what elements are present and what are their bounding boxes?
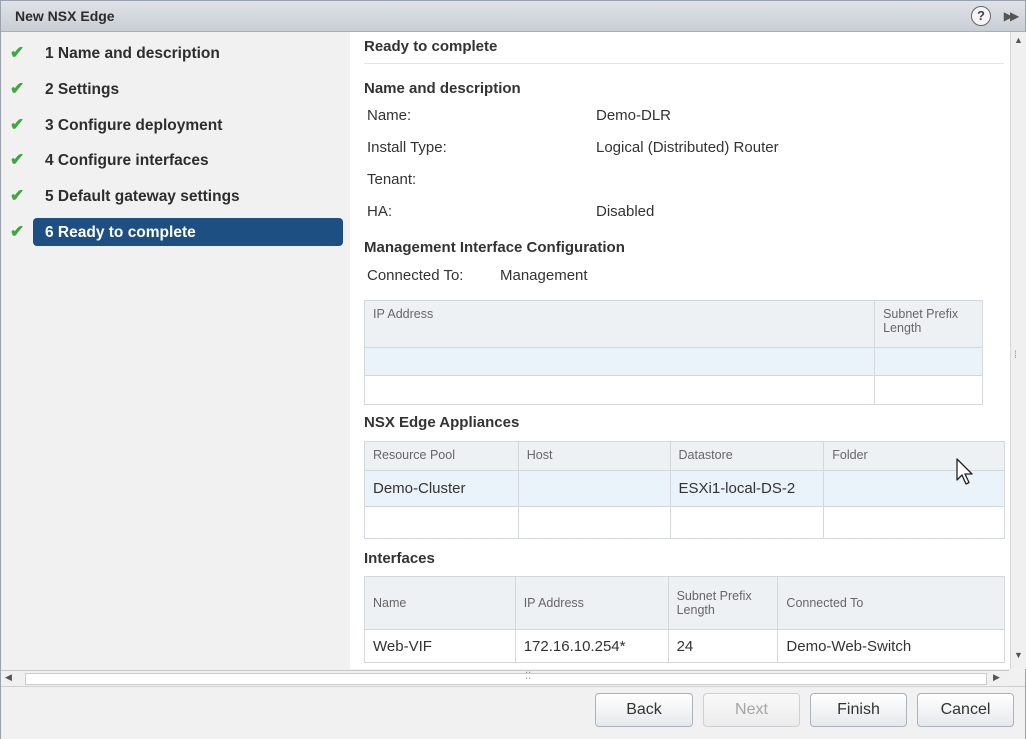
table-cell xyxy=(517,506,671,539)
resize-grip-icon[interactable]: ⁚⁚ xyxy=(525,671,531,682)
step-label: 1 Name and description xyxy=(45,45,220,62)
table-cell: 24 xyxy=(667,629,779,663)
heading-divider xyxy=(364,63,1004,64)
step-label: 3 Configure deployment xyxy=(45,117,223,134)
ha-value: Disabled xyxy=(596,203,655,220)
column-header-datastore[interactable]: Datastore xyxy=(669,441,825,471)
install-type-label: Install Type: xyxy=(367,139,447,156)
scroll-down-icon[interactable]: ▼ xyxy=(1014,650,1023,660)
table-cell xyxy=(874,375,983,405)
appliances-section-title: NSX Edge Appliances xyxy=(364,414,520,431)
mouse-pointer-icon xyxy=(956,458,973,485)
table-row[interactable] xyxy=(364,506,1005,539)
connected-to-value: Management xyxy=(500,267,588,284)
column-header-ip-address[interactable]: IP Address xyxy=(363,300,876,348)
name-section-title: Name and description xyxy=(364,80,521,97)
scroll-track[interactable] xyxy=(25,673,987,685)
check-icon: ✔ xyxy=(10,186,25,205)
check-icon: ✔ xyxy=(10,150,25,169)
table-row[interactable] xyxy=(363,347,983,376)
step-configure-deployment[interactable]: ✔ 3 Configure deployment xyxy=(1,111,349,139)
page-heading: Ready to complete xyxy=(364,38,498,55)
check-icon: ✔ xyxy=(10,43,25,62)
table-cell xyxy=(669,506,825,539)
column-header-host[interactable]: Host xyxy=(517,441,671,471)
column-header-ip-address[interactable]: IP Address xyxy=(514,576,669,630)
resize-grip-icon[interactable]: ⁞ xyxy=(1014,350,1017,361)
column-header-subnet-prefix-length[interactable]: Subnet Prefix Length xyxy=(667,576,779,630)
step-default-gateway-settings[interactable]: ✔ 5 Default gateway settings xyxy=(1,182,349,210)
table-row[interactable]: Demo-Cluster ESXi1-local-DS-2 xyxy=(364,470,1005,507)
table-row[interactable] xyxy=(363,375,983,405)
table-cell: Web-VIF xyxy=(364,629,516,663)
name-label: Name: xyxy=(367,107,412,124)
table-row[interactable]: Web-VIF 172.16.10.254* 24 Demo-Web-Switc… xyxy=(364,629,1005,663)
step-label: 2 Settings xyxy=(45,81,120,98)
column-header-connected-to[interactable]: Connected To xyxy=(777,576,1005,630)
finish-button[interactable]: Finish xyxy=(810,693,907,727)
table-cell xyxy=(363,375,876,405)
table-cell xyxy=(823,470,1005,507)
next-button[interactable]: Next xyxy=(703,693,800,727)
column-header-folder[interactable]: Folder xyxy=(823,441,1005,471)
table-cell: Demo-Cluster xyxy=(364,470,519,507)
new-nsx-edge-dialog: New NSX Edge ? ▶▶ ✔ 1 Name and descripti… xyxy=(0,0,1026,739)
step-name-and-description[interactable]: ✔ 1 Name and description xyxy=(1,39,349,67)
step-ready-to-complete[interactable]: ✔ 6 Ready to complete xyxy=(1,218,349,246)
vertical-scrollbar[interactable]: ▲ ⁞ ▼ xyxy=(1010,32,1026,669)
install-type-value: Logical (Distributed) Router xyxy=(596,139,779,156)
dialog-title: New NSX Edge xyxy=(15,8,115,24)
ha-label: HA: xyxy=(367,203,393,220)
step-label: 4 Configure interfaces xyxy=(45,152,209,169)
interfaces-table: Name IP Address Subnet Prefix Length Con… xyxy=(364,576,1005,663)
table-header-row: Resource Pool Host Datastore Folder xyxy=(364,441,1005,471)
table-header-row: Name IP Address Subnet Prefix Length Con… xyxy=(364,576,1005,630)
table-cell xyxy=(823,506,1005,539)
title-bar: New NSX Edge ? ▶▶ xyxy=(1,1,1025,32)
check-icon: ✔ xyxy=(10,222,25,241)
interfaces-section-title: Interfaces xyxy=(364,550,435,567)
step-label: 5 Default gateway settings xyxy=(45,188,240,205)
column-header-resource-pool[interactable]: Resource Pool xyxy=(364,441,519,471)
table-cell: Demo-Web-Switch xyxy=(777,629,1005,663)
scroll-up-icon[interactable]: ▲ xyxy=(1014,35,1023,45)
check-icon: ✔ xyxy=(10,79,25,98)
table-header-row: IP Address Subnet Prefix Length xyxy=(363,300,983,348)
name-value: Demo-DLR xyxy=(596,107,672,124)
table-cell xyxy=(517,470,671,507)
column-header-name[interactable]: Name xyxy=(364,576,516,630)
mgmt-section-title: Management Interface Configuration xyxy=(364,239,625,256)
column-header-subnet-prefix-length[interactable]: Subnet Prefix Length xyxy=(874,300,983,348)
table-cell: ESXi1-local-DS-2 xyxy=(669,470,825,507)
check-icon: ✔ xyxy=(10,115,25,134)
step-configure-interfaces[interactable]: ✔ 4 Configure interfaces xyxy=(1,146,349,174)
back-button[interactable]: Back xyxy=(595,693,693,727)
summary-panel: Ready to complete Name and description N… xyxy=(350,32,1010,669)
step-settings[interactable]: ✔ 2 Settings xyxy=(1,75,349,103)
table-cell xyxy=(364,506,519,539)
tenant-label: Tenant: xyxy=(367,171,417,188)
expand-icon[interactable]: ▶▶ xyxy=(1001,7,1019,25)
help-icon[interactable]: ? xyxy=(971,6,991,26)
table-cell xyxy=(874,347,983,376)
table-cell: 172.16.10.254* xyxy=(514,629,669,663)
wizard-steps-nav: ✔ 1 Name and description ✔ 2 Settings ✔ … xyxy=(1,32,349,669)
edge-appliances-table: Resource Pool Host Datastore Folder Demo… xyxy=(364,441,1005,539)
dialog-footer: Back Next Finish Cancel xyxy=(1,686,1025,739)
scroll-right-icon[interactable]: ▶ xyxy=(993,672,1000,683)
table-cell xyxy=(363,347,876,376)
horizontal-scrollbar[interactable]: ◀ ⁚⁚ ▶ xyxy=(1,670,1009,686)
scroll-left-icon[interactable]: ◀ xyxy=(5,672,12,683)
mgmt-interface-table: IP Address Subnet Prefix Length xyxy=(363,300,983,405)
connected-to-label: Connected To: xyxy=(367,267,464,284)
step-label: 6 Ready to complete xyxy=(45,224,196,241)
cancel-button[interactable]: Cancel xyxy=(917,693,1014,727)
